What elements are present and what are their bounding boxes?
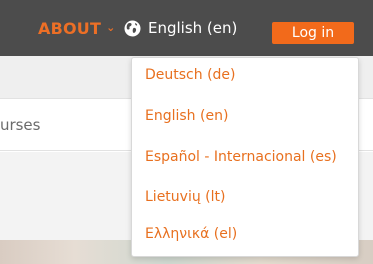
about-menu-button[interactable]: ABOUT ⌄ [38, 18, 115, 38]
language-option-de[interactable]: Deutsch (de) [145, 67, 236, 83]
language-option-en[interactable]: English (en) [145, 108, 228, 124]
language-option-el[interactable]: Ελληνικά (el) [145, 226, 237, 242]
top-navbar: ABOUT ⌄ English (en) Log in [0, 0, 373, 56]
chevron-down-icon: ⌄ [106, 20, 116, 34]
language-selector[interactable]: English (en) [124, 16, 237, 40]
login-button[interactable]: Log in [272, 22, 354, 44]
current-language-label: English (en) [148, 19, 238, 37]
globe-icon [124, 20, 141, 37]
language-dropdown-menu: Deutsch (de) English (en) Español - Inte… [131, 57, 359, 257]
language-option-es[interactable]: Español - Internacional (es) [145, 149, 337, 165]
language-option-lt[interactable]: Lietuvių (lt) [145, 189, 225, 205]
about-label: ABOUT [38, 18, 102, 38]
